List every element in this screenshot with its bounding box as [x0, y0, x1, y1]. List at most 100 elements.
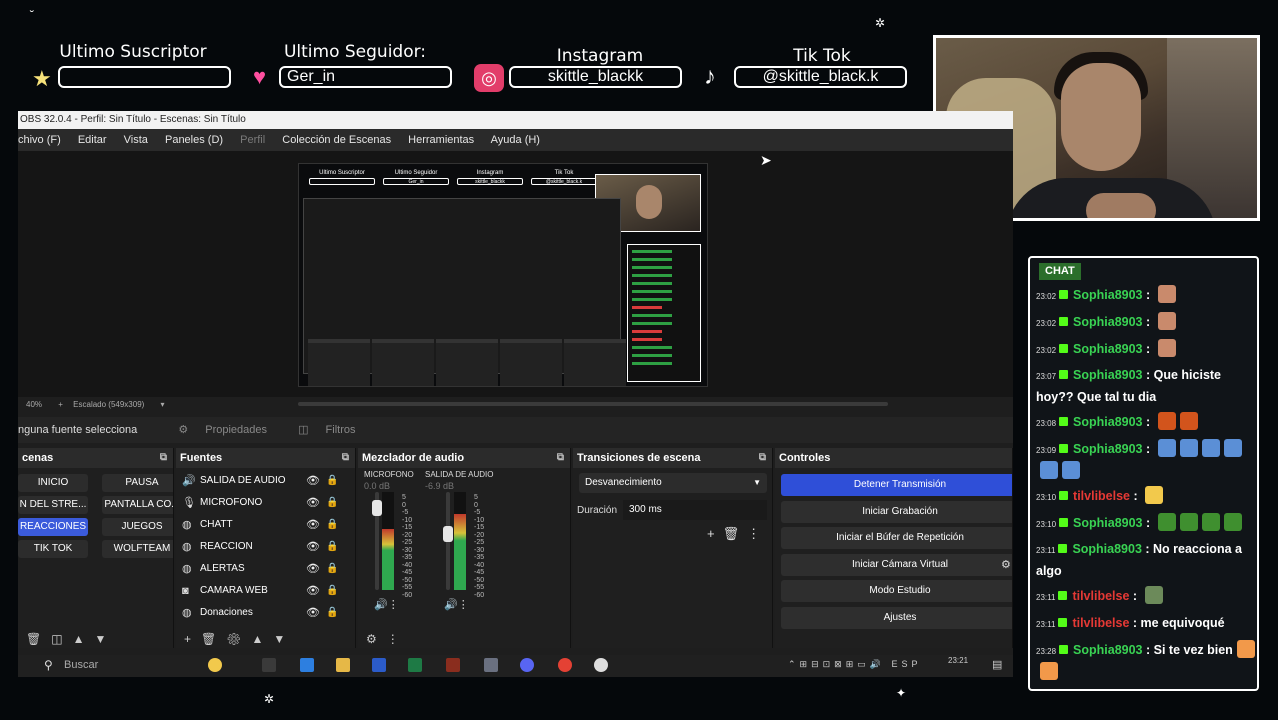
scenes-title: cenas	[22, 452, 54, 464]
chat-username[interactable]: Sophia8903	[1073, 415, 1142, 429]
visibility-eye-icon[interactable]: 👁	[306, 492, 320, 514]
desktop-db-scale: 5 0 -5 -10 -15 -20 -25 -30 -35 -40 -45 -50 -55 -60	[474, 494, 484, 599]
scene-juegos[interactable]: JUEGOS	[102, 518, 173, 536]
source-row[interactable]: ◍ ALERTAS 👁 🔒	[176, 558, 355, 580]
chat-username[interactable]: Sophia8903	[1073, 368, 1142, 382]
discord-icon[interactable]	[520, 658, 534, 672]
chat-username[interactable]: tilvlibelse	[1073, 489, 1130, 503]
duration-input[interactable]: 300 ms	[623, 500, 767, 520]
store-icon[interactable]	[300, 658, 314, 672]
control-button-0[interactable]: Detener Transmisión	[781, 474, 1012, 496]
dock-popout-icon[interactable]: ⧉	[557, 448, 564, 468]
sources-dock-footer[interactable]: +🗑⚙▲▼	[184, 632, 295, 646]
dock-popout-icon[interactable]: ⧉	[759, 448, 766, 468]
source-row[interactable]: ◍ REACCION 👁 🔒	[176, 536, 355, 558]
virtual-camera-gear-icon[interactable]: ⚙	[1001, 558, 1011, 571]
visibility-eye-icon[interactable]: 👁	[306, 470, 320, 492]
dock-popout-icon[interactable]: ⧉	[160, 448, 167, 468]
chat-username[interactable]: tilvlibelse	[1072, 616, 1129, 630]
lock-icon[interactable]: 🔒	[326, 580, 338, 602]
chat-timestamp: 23:02	[1036, 292, 1057, 301]
zoom-add-icon[interactable]: +	[58, 400, 63, 409]
chat-username[interactable]: Sophia8903	[1073, 342, 1142, 356]
chrome-icon[interactable]	[558, 658, 572, 672]
source-row[interactable]: ◙ CAMARA WEB 👁 🔒	[176, 580, 355, 602]
obs-preview-area[interactable]: Ultimo Suscriptor Ultimo Seguidor Ger_in …	[18, 151, 1013, 397]
db-tick: -5	[474, 509, 481, 516]
scaling-label[interactable]: Escalado (549x309)	[73, 400, 144, 409]
transition-select[interactable]: Desvanecimiento ▼	[579, 473, 767, 493]
control-button-2[interactable]: Iniciar el Búfer de Repetición	[781, 527, 1012, 550]
mixer-dock-footer[interactable]: ⚙⋮	[366, 632, 409, 646]
chat-username[interactable]: Sophia8903	[1073, 442, 1142, 456]
lock-icon[interactable]: 🔒	[326, 602, 338, 624]
chat-username[interactable]: tilvlibelse	[1072, 589, 1129, 603]
mic-mute-button[interactable]: 🔊⋮	[374, 598, 399, 611]
chat-username[interactable]: Sophia8903	[1073, 288, 1142, 302]
search-icon[interactable]: ⚲	[44, 658, 53, 672]
properties-button[interactable]: ⚙ Propiedades	[178, 424, 281, 436]
filters-button[interactable]: ◫ Filtros	[298, 424, 369, 436]
preview-scrollbar[interactable]	[298, 402, 888, 406]
transition-actions[interactable]: +🗑⋮	[707, 526, 768, 542]
visibility-eye-icon[interactable]: 👁	[306, 536, 320, 558]
weather-icon[interactable]	[208, 658, 222, 672]
menu-coleccion-escenas[interactable]: Colección de Escenas	[282, 134, 391, 146]
control-button-3[interactable]: Iniciar Cámara Virtual	[781, 553, 1012, 576]
menu-archivo[interactable]: chivo (F)	[18, 134, 61, 146]
scene-tik-tok[interactable]: TIK TOK	[18, 540, 88, 558]
source-row[interactable]: ◍ Donaciones 👁 🔒	[176, 602, 355, 624]
chat-timestamp: 23:10	[1036, 492, 1057, 502]
chat-username[interactable]: Sophia8903	[1073, 643, 1142, 657]
taskbar-search[interactable]: Buscar	[64, 659, 98, 671]
control-button-1[interactable]: Iniciar Grabación	[781, 500, 1012, 523]
visibility-eye-icon[interactable]: 👁	[306, 558, 320, 580]
scene-pantalla-completa[interactable]: PANTALLA CO...	[102, 496, 173, 514]
menu-perfil[interactable]: Perfil	[240, 134, 265, 146]
dock-popout-icon[interactable]: ⧉	[342, 448, 349, 468]
lock-icon[interactable]: 🔒	[326, 492, 338, 514]
chevron-down-icon[interactable]: ▾	[161, 400, 165, 409]
menu-editar[interactable]: Editar	[78, 134, 107, 146]
mic-volume-knob[interactable]	[372, 500, 382, 516]
desktop-mute-button[interactable]: 🔊⋮	[444, 598, 469, 611]
lock-icon[interactable]: 🔒	[326, 558, 338, 580]
preview-canvas[interactable]: Ultimo Suscriptor Ultimo Seguidor Ger_in …	[298, 163, 708, 387]
folder-icon[interactable]	[336, 658, 350, 672]
menu-paneles[interactable]: Paneles (D)	[165, 134, 223, 146]
scene-pausa[interactable]: PAUSA	[102, 474, 173, 492]
chat-message: 23:11 Sophia8903 : No reacciona a algo	[1036, 539, 1257, 581]
desktop-volume-knob[interactable]	[443, 526, 453, 542]
menu-herramientas[interactable]: Herramientas	[408, 134, 474, 146]
chat-username[interactable]: Sophia8903	[1072, 542, 1141, 556]
obs-icon[interactable]	[594, 658, 608, 672]
visibility-eye-icon[interactable]: 👁	[306, 602, 320, 624]
system-tray[interactable]: ⌃⊞⊟⊡⊠⊞▭🔊 ESP	[788, 659, 921, 670]
scenes-dock-footer[interactable]: 🗑◫▲▼	[26, 632, 116, 646]
lock-icon[interactable]: 🔒	[326, 470, 338, 492]
visibility-eye-icon[interactable]: 👁	[306, 514, 320, 536]
chat-username[interactable]: Sophia8903	[1073, 516, 1142, 530]
menu-ayuda[interactable]: Ayuda (H)	[491, 134, 540, 146]
app-icon[interactable]	[484, 658, 498, 672]
lock-icon[interactable]: 🔒	[326, 514, 338, 536]
db-tick: -55	[402, 584, 413, 591]
source-row[interactable]: ◍ CHATT 👁 🔒	[176, 514, 355, 536]
notifications-icon[interactable]: ▤	[992, 658, 1002, 671]
source-row[interactable]: 🔊 SALIDA DE AUDIO 👁 🔒	[176, 470, 355, 492]
chat-username[interactable]: Sophia8903	[1073, 315, 1142, 329]
excel-icon[interactable]	[408, 658, 422, 672]
control-button-4[interactable]: Modo Estudio	[781, 580, 1012, 603]
scene-reacciones[interactable]: REACCIONES	[18, 518, 88, 536]
task-view-icon[interactable]	[262, 658, 276, 672]
menu-vista[interactable]: Vista	[124, 134, 148, 146]
control-button-5[interactable]: Ajustes	[781, 607, 1012, 629]
scene-wolfteam[interactable]: WOLFTEAM	[102, 540, 173, 558]
lock-icon[interactable]: 🔒	[326, 536, 338, 558]
scene-inicio[interactable]: INICIO	[18, 474, 88, 492]
source-row[interactable]: 🎙 MICROFONO 👁 🔒	[176, 492, 355, 514]
scene-fin-del-stream[interactable]: N DEL STRE...	[18, 496, 88, 514]
visibility-eye-icon[interactable]: 👁	[306, 580, 320, 602]
game-icon[interactable]	[446, 658, 460, 672]
word-icon[interactable]	[372, 658, 386, 672]
